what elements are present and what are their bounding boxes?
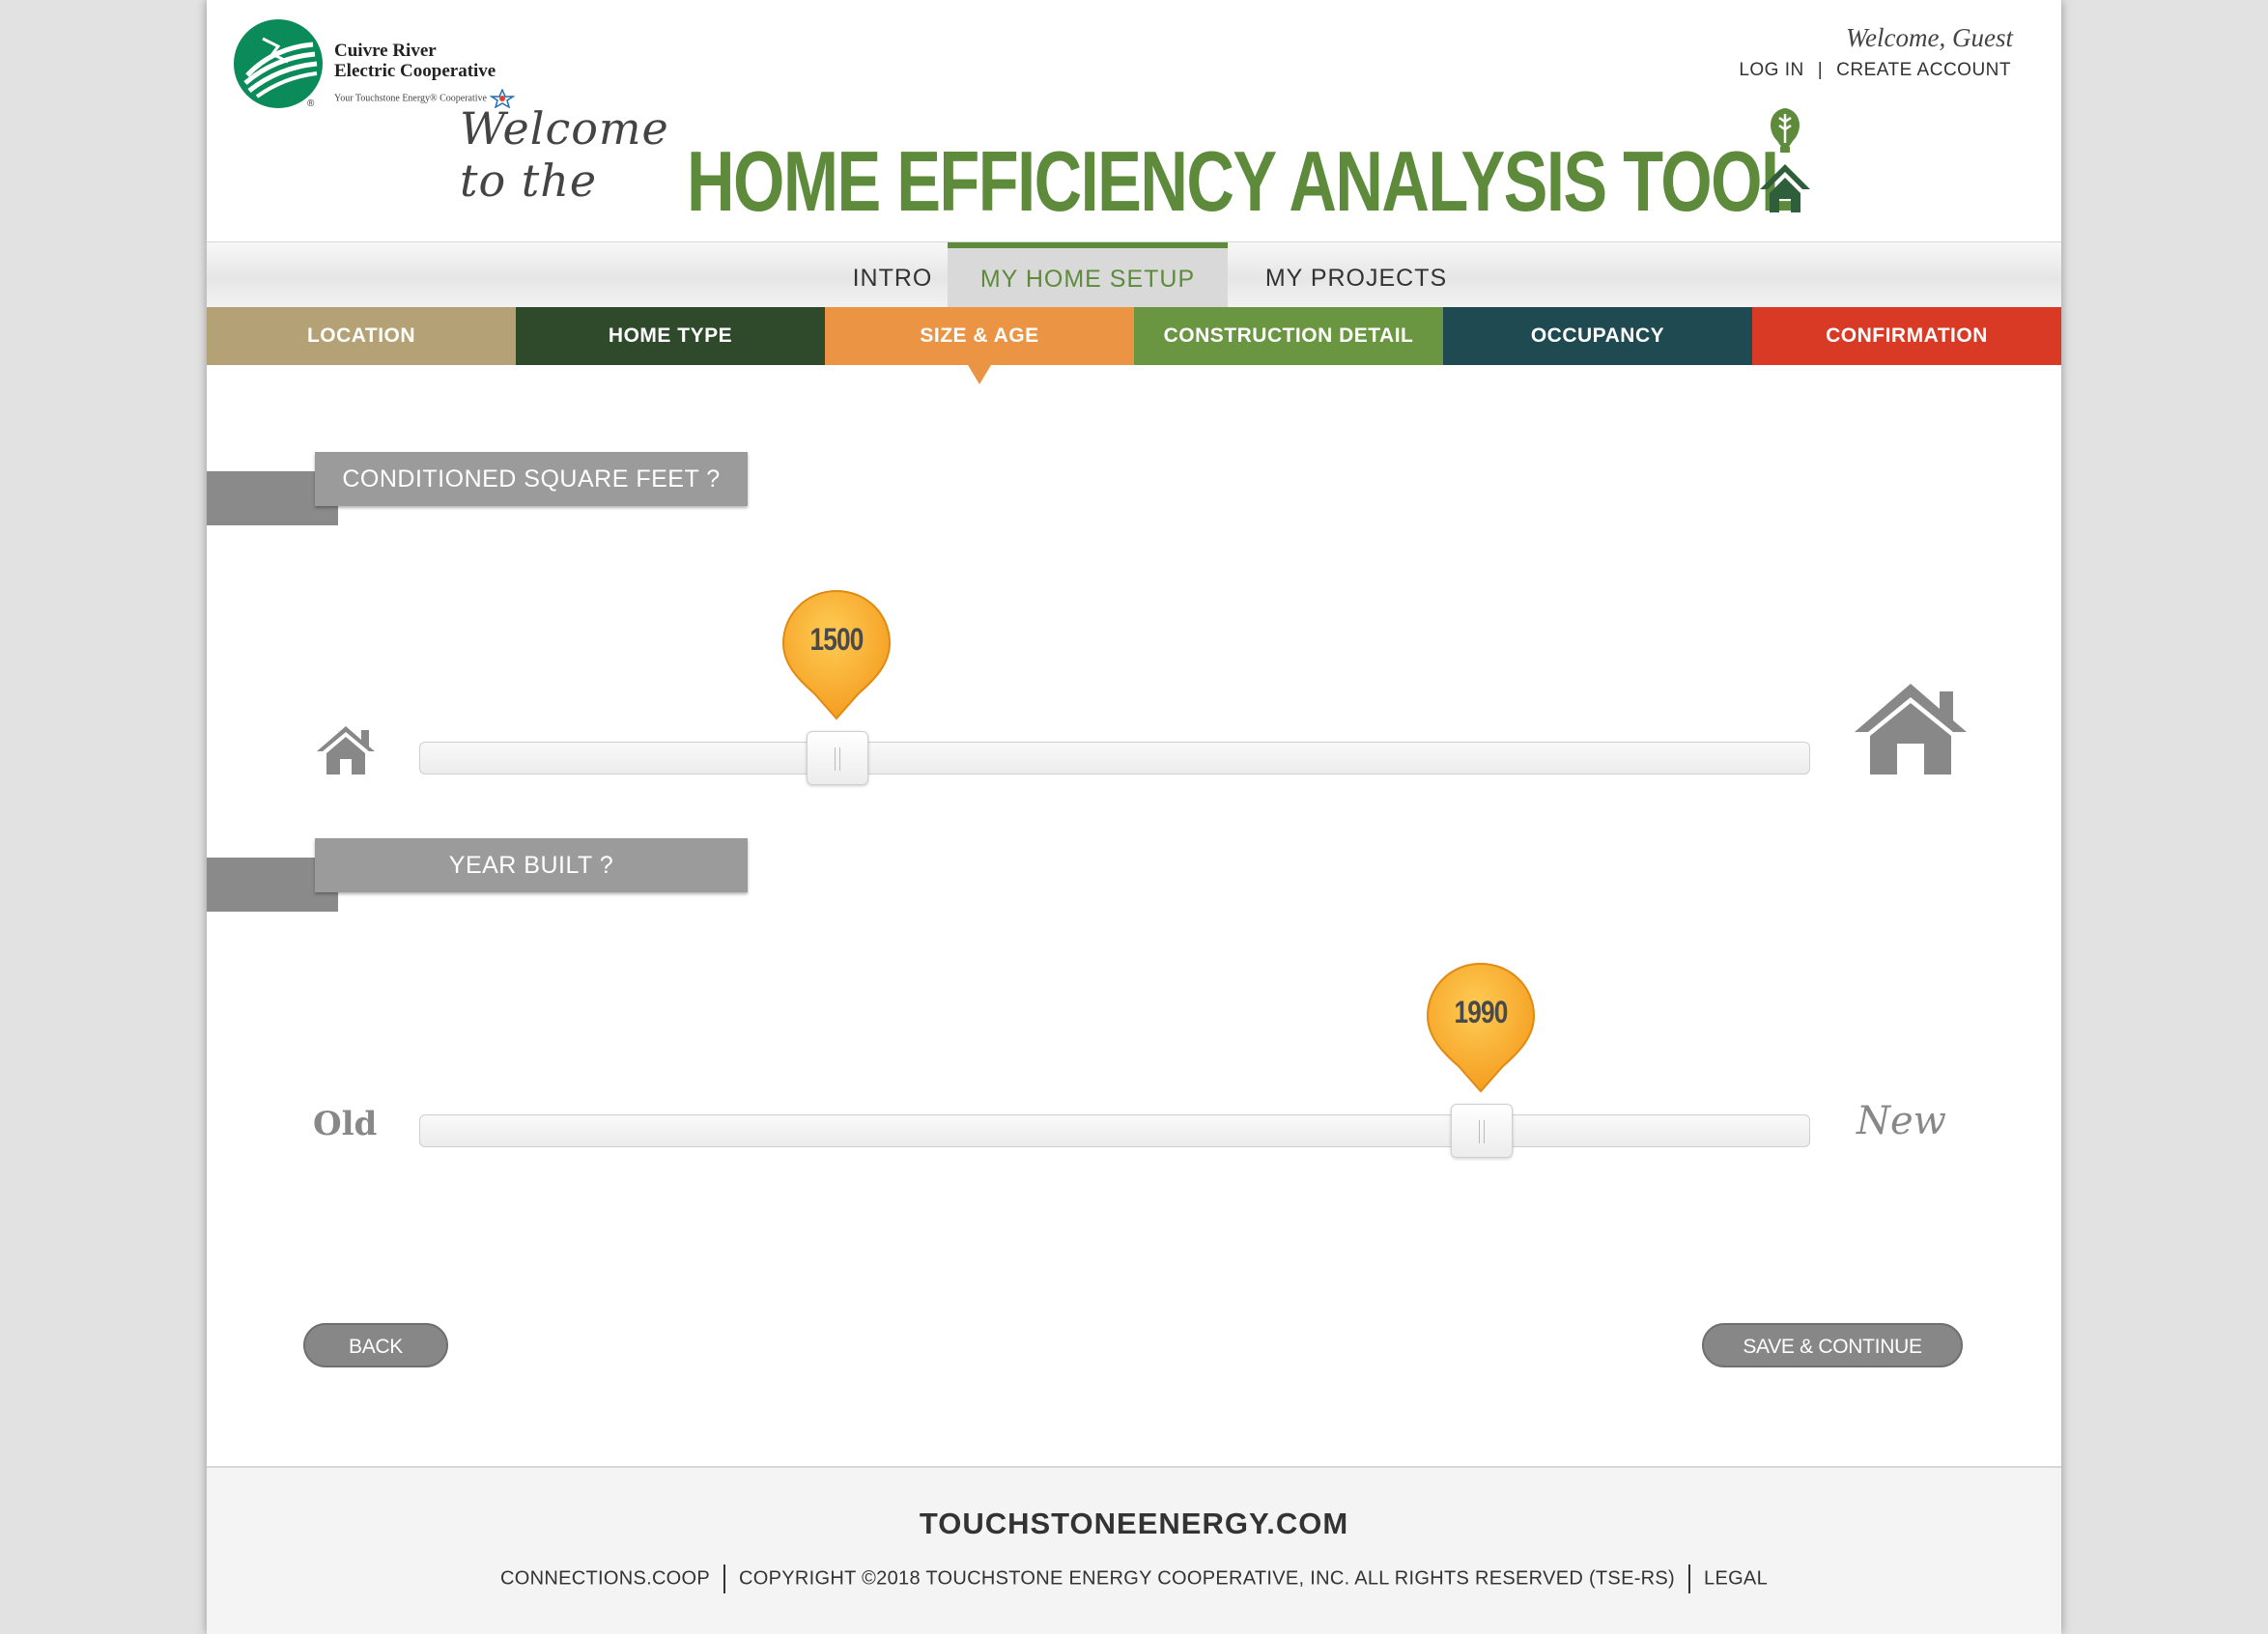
handle-grip: [835, 747, 840, 771]
year-built-label: YEAR BUILT ?: [315, 838, 748, 892]
back-button[interactable]: BACK: [303, 1323, 448, 1367]
small-house-icon: [317, 726, 375, 775]
leaf-house-icon: [1756, 104, 1814, 223]
year-built-slider-track[interactable]: [419, 1104, 1810, 1158]
brand-name-line2: Electric Cooperative: [334, 61, 496, 81]
main-nav: INTRO MY HOME SETUP MY PROJECTS: [207, 241, 2061, 308]
square-feet-value: 1500: [809, 622, 864, 657]
square-feet-label: CONDITIONED SQUARE FEET ?: [315, 452, 748, 506]
new-label: New: [1857, 1099, 1946, 1143]
title-welcome: Welcome to the: [460, 102, 669, 207]
square-feet-slider-track[interactable]: [419, 731, 1810, 785]
co-op-logo-icon: [234, 19, 323, 108]
welcome-guest: Welcome, Guest: [1846, 23, 2013, 52]
account-separator: |: [1817, 60, 1824, 80]
step-occupancy[interactable]: OCCUPANCY: [1443, 307, 1752, 365]
year-built-slider-handle[interactable]: [1450, 1104, 1513, 1158]
brand-name-line1: Cuivre River: [334, 41, 437, 61]
tab-my-projects[interactable]: MY PROJECTS: [1250, 242, 1462, 308]
create-account-link[interactable]: CREATE ACCOUNT: [1836, 60, 2011, 80]
step-size-age-label: SIZE & AGE: [920, 324, 1039, 347]
brand-logo[interactable]: Cuivre River Electric Cooperative Your T…: [234, 19, 581, 116]
active-step-pointer: [968, 365, 991, 384]
brand-name: Cuivre River Electric Cooperative: [334, 41, 496, 81]
login-link[interactable]: LOG IN: [1739, 60, 1803, 80]
legal-link[interactable]: LEGAL: [1704, 1567, 1768, 1589]
page: Cuivre River Electric Cooperative Your T…: [207, 0, 2061, 1634]
save-continue-button[interactable]: SAVE & CONTINUE: [1702, 1323, 1963, 1367]
title-main: HOME EFFICIENCY ANALYSIS TOOL: [686, 133, 1801, 229]
year-built-value-pin: 1990: [1424, 960, 1538, 1095]
step-construction-detail[interactable]: CONSTRUCTION DETAIL: [1134, 307, 1443, 365]
footer-brand[interactable]: TOUCHSTONEENERGY.COM: [207, 1507, 2061, 1541]
old-label: Old: [313, 1105, 378, 1143]
step-confirmation[interactable]: CONFIRMATION: [1752, 307, 2061, 365]
setup-steps: LOCATION HOME TYPE SIZE & AGE CONSTRUCTI…: [207, 307, 2061, 384]
step-home-type[interactable]: HOME TYPE: [516, 307, 825, 365]
tab-my-home-setup[interactable]: MY HOME SETUP: [948, 242, 1228, 308]
page-title: Welcome to the HOME EFFICIENCY ANALYSIS …: [460, 102, 2061, 232]
footer-divider: [723, 1564, 726, 1593]
square-feet-value-pin: 1500: [780, 587, 893, 722]
large-house-icon: [1855, 684, 1967, 775]
step-location[interactable]: LOCATION: [207, 307, 516, 365]
connections-link[interactable]: CONNECTIONS.COOP: [500, 1567, 710, 1589]
footer: TOUCHSTONEENERGY.COM CONNECTIONS.COOP COP…: [207, 1466, 2061, 1634]
year-built-section-label: YEAR BUILT ?: [207, 838, 748, 916]
step-size-age[interactable]: SIZE & AGE: [825, 307, 1134, 384]
footer-divider: [1688, 1564, 1691, 1593]
square-feet-section-label: CONDITIONED SQUARE FEET ?: [207, 452, 748, 529]
year-built-value: 1990: [1454, 995, 1508, 1029]
handle-grip: [1478, 1120, 1485, 1143]
footer-links: CONNECTIONS.COOP COPYRIGHT ©2018 TOUCHSTO…: [207, 1564, 2061, 1593]
account-links: LOG IN | CREATE ACCOUNT: [1739, 60, 2011, 81]
square-feet-slider-handle[interactable]: [807, 731, 868, 785]
copyright-text: COPYRIGHT ©2018 TOUCHSTONE ENERGY COOPER…: [739, 1567, 1676, 1590]
registered-mark: ®: [307, 99, 315, 109]
